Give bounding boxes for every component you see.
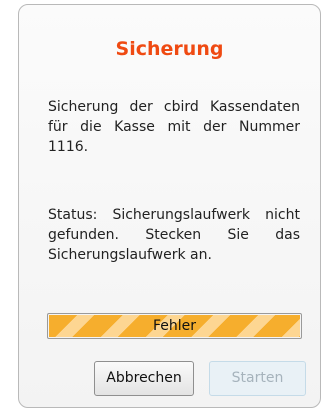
- cancel-button[interactable]: Abbrechen: [94, 361, 194, 396]
- dialog-title: Sicherung: [115, 38, 224, 60]
- backup-dialog: Sicherung Sicherung der cbird Kassendate…: [18, 4, 321, 408]
- status-message: Status: Sicherungslaufwerk nicht gefunde…: [48, 207, 300, 263]
- backup-description: Sicherung der cbird Kassendaten für die …: [48, 99, 300, 155]
- start-button[interactable]: Starten: [209, 361, 306, 396]
- progress-label: Fehler: [152, 318, 197, 334]
- backup-progress-bar: Fehler: [47, 313, 302, 339]
